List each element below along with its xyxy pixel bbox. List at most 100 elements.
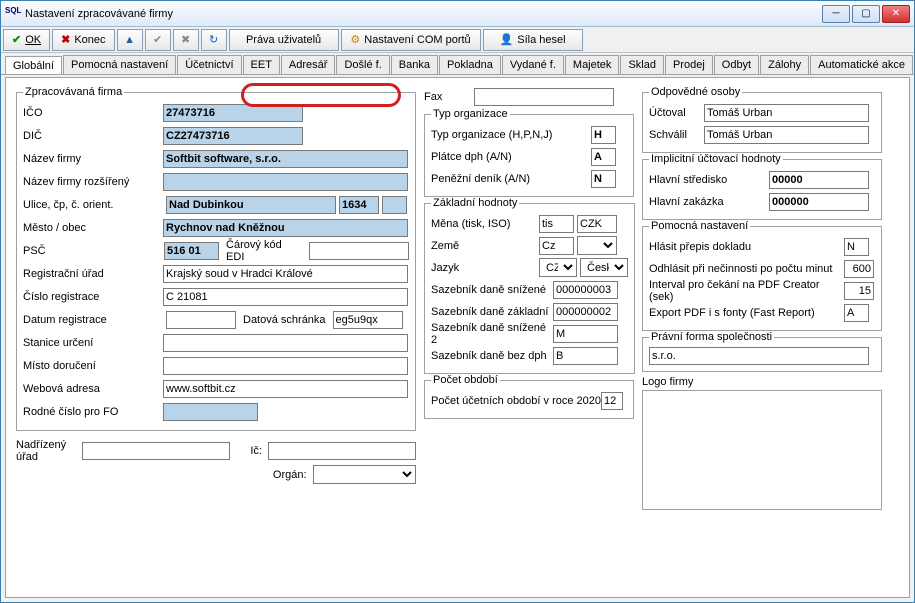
pdfwait-input[interactable] <box>844 282 874 300</box>
logout-input[interactable] <box>844 260 874 278</box>
firm-fieldset: Zpracovávaná firma IČO DIČ Název firmy N… <box>16 86 416 431</box>
cancel-button[interactable]: ✖Konec <box>52 29 114 51</box>
refresh-button[interactable]: ↻ <box>201 29 227 51</box>
country-select[interactable] <box>577 236 617 255</box>
ok-button[interactable]: ✔OK <box>3 29 50 51</box>
reg-date-input[interactable] <box>166 311 236 329</box>
tab-auto[interactable]: Automatické akce <box>810 55 913 74</box>
reg-date-label: Datum registrace <box>23 314 163 326</box>
exportpdf-input[interactable] <box>844 304 869 322</box>
hlasit-input[interactable] <box>844 238 869 256</box>
reg-no-label: Číslo registrace <box>23 291 163 303</box>
uctoval-input[interactable] <box>704 104 869 122</box>
tab-aux[interactable]: Pomocná nastavení <box>63 55 176 74</box>
country-input[interactable] <box>539 237 574 255</box>
station-label: Stanice určení <box>23 337 163 349</box>
taxbase-label: Sazebník daně základní <box>431 306 553 318</box>
stredisko-label: Hlavní středisko <box>649 174 769 186</box>
tab-incoming[interactable]: Došlé f. <box>336 55 389 74</box>
maximize-button[interactable]: ▢ <box>852 5 880 23</box>
station-input[interactable] <box>163 334 408 352</box>
psc-label: PSČ <box>23 245 161 257</box>
rc-input[interactable] <box>163 403 258 421</box>
web-input[interactable] <box>163 380 408 398</box>
periods-legend: Počet období <box>431 374 500 386</box>
curr2-input[interactable] <box>577 215 617 233</box>
currency-label: Měna (tisk, ISO) <box>431 218 536 230</box>
fax-input[interactable] <box>474 88 614 106</box>
tab-addressbook[interactable]: Adresář <box>281 55 336 74</box>
titlebar: SQL Nastavení zpracovávané firmy ─ ▢ ✕ <box>1 1 914 27</box>
periods-fieldset: Počet období Počet účetních období v roc… <box>424 374 634 419</box>
tab-sales[interactable]: Prodej <box>665 55 713 74</box>
tab-eet[interactable]: EET <box>243 55 280 74</box>
typeorg-input[interactable] <box>591 126 616 144</box>
zakazka-label: Hlavní zakázka <box>649 196 769 208</box>
tab-outgoing[interactable]: Vydané f. <box>502 55 564 74</box>
organ-select[interactable] <box>313 465 416 484</box>
tab-cash[interactable]: Pokladna <box>439 55 501 74</box>
tab-accounting[interactable]: Účetnictví <box>177 55 241 74</box>
logo-box[interactable] <box>642 390 882 510</box>
clear-button[interactable]: ✖ <box>173 29 199 51</box>
tab-global[interactable]: Globální <box>5 56 62 75</box>
name2-input[interactable] <box>163 173 408 191</box>
reg-office-input[interactable] <box>163 265 408 283</box>
databox-input[interactable] <box>333 311 403 329</box>
zakazka-input[interactable] <box>769 193 869 211</box>
schvalil-input[interactable] <box>704 126 869 144</box>
taxnodph-label: Sazebník daně bez dph <box>431 350 553 362</box>
legal-input[interactable] <box>649 347 869 365</box>
minimize-button[interactable]: ─ <box>822 5 850 23</box>
city-input[interactable] <box>163 219 408 237</box>
organ-label: Orgán: <box>273 469 307 481</box>
taxbase-input[interactable] <box>553 303 618 321</box>
x-grey-icon: ✖ <box>181 33 190 46</box>
toolbar: ✔OK ✖Konec ▲ ✔ ✖ ↻ Práva uživatelů ⚙Nast… <box>1 27 914 53</box>
ico-input[interactable] <box>163 104 303 122</box>
password-strength-button[interactable]: 👤Síla hesel <box>483 29 583 51</box>
taxnodph-input[interactable] <box>553 347 618 365</box>
psc-input[interactable] <box>164 242 219 260</box>
ic2-input[interactable] <box>268 442 416 460</box>
content-pane: Zpracovávaná firma IČO DIČ Název firmy N… <box>5 77 910 598</box>
stredisko-input[interactable] <box>769 171 869 189</box>
apply-button[interactable]: ✔ <box>145 29 171 51</box>
close-button[interactable]: ✕ <box>882 5 910 23</box>
tab-stock[interactable]: Sklad <box>620 55 664 74</box>
superior-input[interactable] <box>82 442 230 460</box>
vat-input[interactable] <box>591 148 616 166</box>
periods-input[interactable] <box>601 392 623 410</box>
co-input[interactable] <box>382 196 407 214</box>
curr1-input[interactable] <box>539 215 574 233</box>
taxred2-input[interactable] <box>553 325 618 343</box>
implicit-fieldset: Implicitní účtovací hodnoty Hlavní střed… <box>642 153 882 220</box>
tab-dispatch[interactable]: Odbyt <box>714 55 759 74</box>
delivery-input[interactable] <box>163 357 408 375</box>
check-grey-icon: ✔ <box>153 33 162 46</box>
edi-input[interactable] <box>309 242 409 260</box>
base-fieldset: Základní hodnoty Měna (tisk, ISO) Země J… <box>424 197 635 374</box>
logo-label: Logo firmy <box>642 376 693 388</box>
lang1-select[interactable]: CZ <box>539 258 577 277</box>
dic-input[interactable] <box>163 127 303 145</box>
tab-assets[interactable]: Majetek <box>565 55 620 74</box>
diary-input[interactable] <box>591 170 616 188</box>
taxred-input[interactable] <box>553 281 618 299</box>
legal-legend: Právní forma společnosti <box>649 331 774 343</box>
up-button[interactable]: ▲ <box>117 29 143 51</box>
lang2-select[interactable]: Česky <box>580 258 628 277</box>
typeorg-fieldset: Typ organizace Typ organizace (H,P,N,J) … <box>424 108 634 197</box>
reg-no-input[interactable] <box>163 288 408 306</box>
street-input[interactable] <box>166 196 336 214</box>
com-ports-button[interactable]: ⚙Nastavení COM portů <box>341 29 481 51</box>
pomoc-legend: Pomocná nastavení <box>649 220 750 232</box>
user-rights-button[interactable]: Práva uživatelů <box>229 29 339 51</box>
tab-advance[interactable]: Zálohy <box>760 55 809 74</box>
city-label: Město / obec <box>23 222 163 234</box>
schvalil-label: Schválil <box>649 129 704 141</box>
cp-input[interactable] <box>339 196 379 214</box>
gear-icon: ⚙ <box>350 33 360 46</box>
name-input[interactable] <box>163 150 408 168</box>
tab-bank[interactable]: Banka <box>391 55 438 74</box>
